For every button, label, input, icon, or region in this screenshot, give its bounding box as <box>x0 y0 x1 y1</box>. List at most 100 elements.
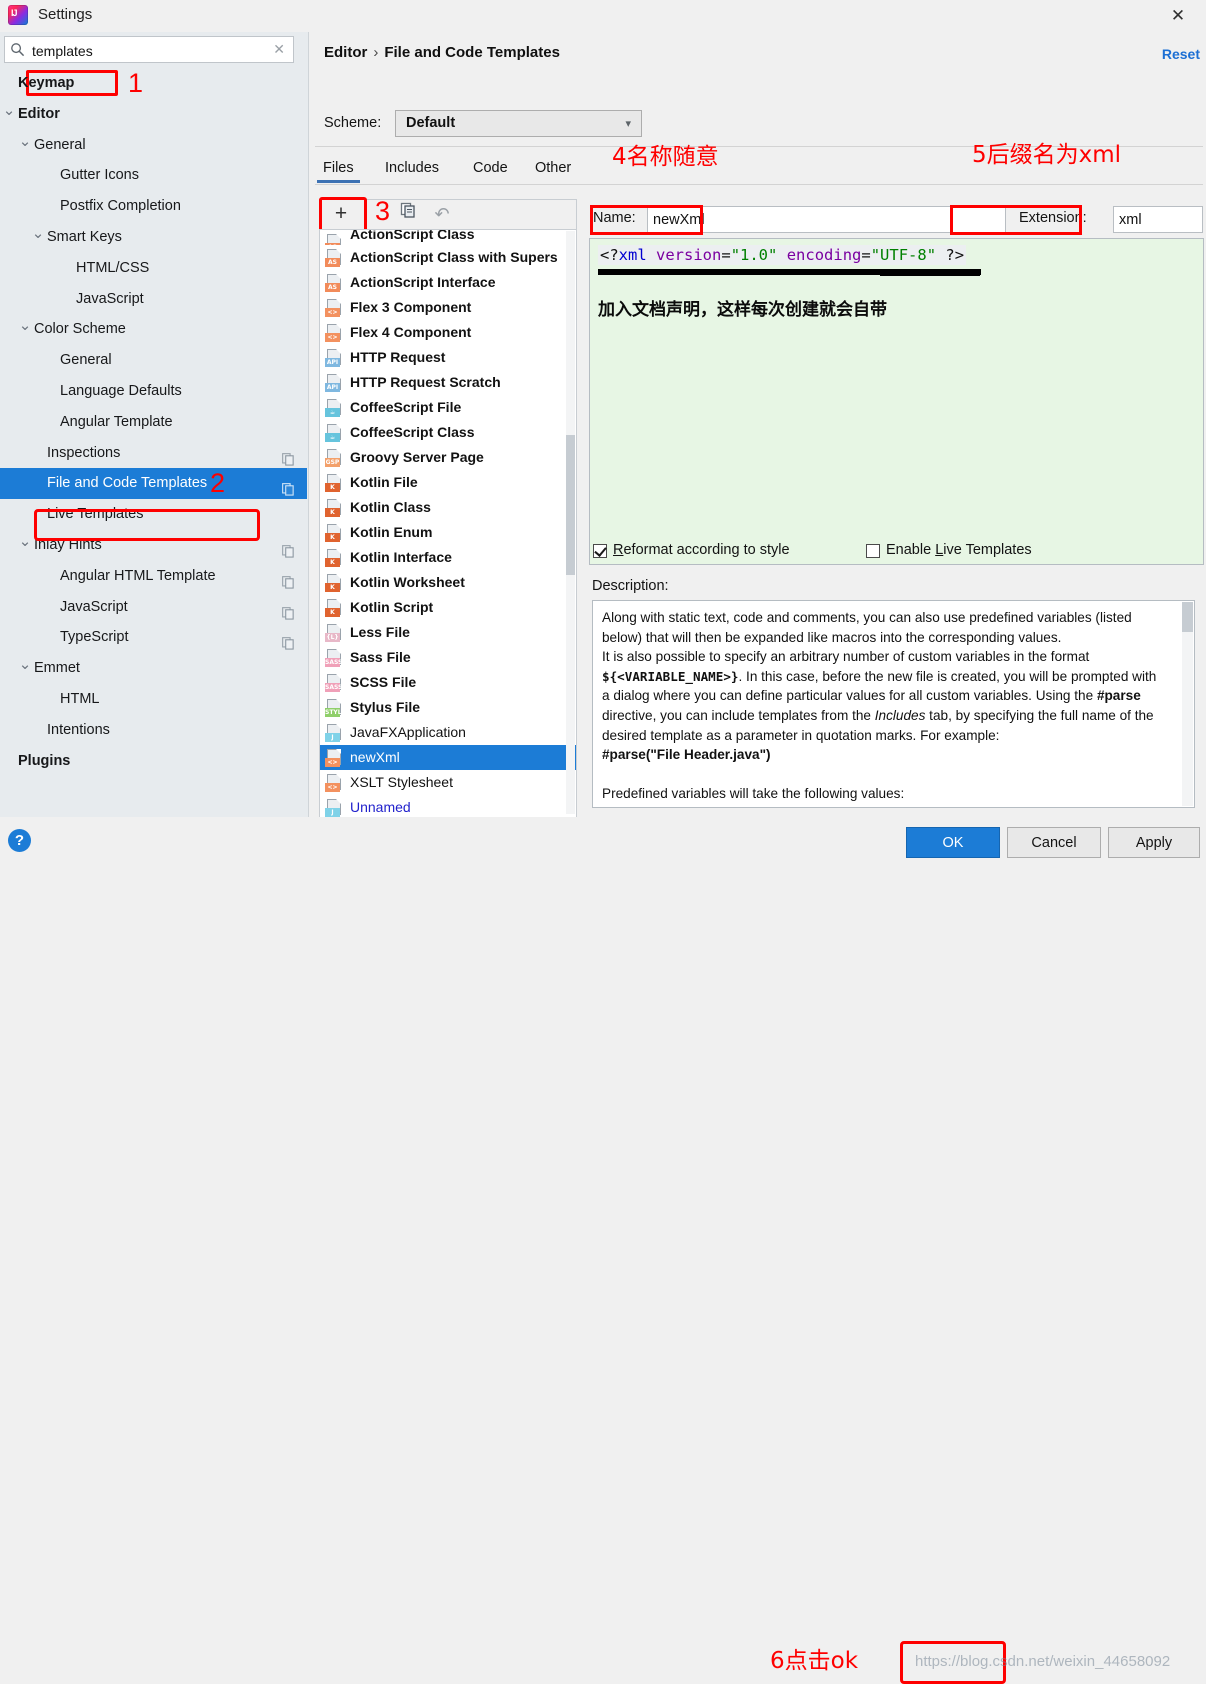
sidebar-item-language-defaults[interactable]: Language Defaults <box>0 376 307 407</box>
code-chinese-note: 加入文档声明，这样每次创建就会自带 <box>598 300 887 320</box>
description-text: Along with static text, code and comment… <box>602 608 1165 807</box>
sidebar-item-inlay-hints[interactable]: ⌄ Inlay Hints <box>0 530 307 561</box>
template-list-item[interactable]: K Kotlin File <box>320 470 576 495</box>
annotation-label-4: 4名称随意 <box>612 144 719 170</box>
description-label: Description: <box>592 578 669 594</box>
scheme-selected-value: Default <box>406 115 456 131</box>
template-list-item[interactable]: GSP Groovy Server Page <box>320 445 576 470</box>
sidebar-item-color-scheme[interactable]: ⌄ Color Scheme <box>0 314 307 345</box>
copy-icon <box>282 601 295 620</box>
tab-includes[interactable]: Includes <box>385 153 439 183</box>
sidebar-item-javascript[interactable]: JavaScript <box>0 284 307 315</box>
template-list-item[interactable]: SASS Sass File <box>320 645 576 670</box>
sidebar-item-plugins[interactable]: Plugins <box>0 746 307 777</box>
sidebar-item-label: Live Templates <box>47 506 144 523</box>
cancel-button[interactable]: Cancel <box>1007 827 1101 858</box>
template-list-item[interactable]: AS ActionScript Class with Supers <box>320 245 576 270</box>
sidebar-item-label: Keymap <box>18 75 75 91</box>
close-icon[interactable]: ✕ <box>1158 2 1198 30</box>
scheme-dropdown[interactable]: Default ▾ <box>395 110 642 137</box>
template-list-item[interactable]: ☕ CoffeeScript File <box>320 395 576 420</box>
scheme-label: Scheme: <box>324 115 382 131</box>
template-list-item[interactable]: <> Flex 4 Component <box>320 320 576 345</box>
sidebar-item-live-templates[interactable]: Live Templates <box>0 499 307 530</box>
apply-button[interactable]: Apply <box>1108 827 1200 858</box>
chevron-down-icon[interactable]: ⌄ <box>18 314 32 338</box>
live-templates-checkbox[interactable] <box>866 544 880 558</box>
template-list-item[interactable]: <> newXml <box>320 745 576 770</box>
template-code-editor[interactable]: <?xml version="1.0" encoding="UTF-8" ?> … <box>589 238 1204 565</box>
chevron-down-icon[interactable]: ⌄ <box>31 222 45 246</box>
template-list-toolbar: + ↶ <box>319 199 577 229</box>
sidebar-item-html[interactable]: HTML <box>0 684 307 715</box>
description-scrollbar-track[interactable] <box>1182 602 1193 806</box>
file-template-icon: <> <box>325 749 342 767</box>
sidebar-item-typescript[interactable]: TypeScript <box>0 622 307 653</box>
sidebar-item-emmet[interactable]: ⌄ Emmet <box>0 653 307 684</box>
sidebar-item-keymap[interactable]: Keymap <box>0 68 307 99</box>
tab-files[interactable]: Files <box>317 153 360 183</box>
sidebar-item-general[interactable]: General <box>0 345 307 376</box>
sidebar-item-smart-keys[interactable]: ⌄ Smart Keys <box>0 222 307 253</box>
copy-icon[interactable] <box>394 200 422 228</box>
template-list-item[interactable]: K Kotlin Class <box>320 495 576 520</box>
template-list-item[interactable]: K Kotlin Script <box>320 595 576 620</box>
template-list-item[interactable]: AS ActionScript Interface <box>320 270 576 295</box>
plus-icon[interactable]: + <box>324 200 358 228</box>
template-list-item[interactable]: AS ActionScript Class <box>320 230 576 245</box>
template-list-item[interactable]: J JavaFXApplication <box>320 720 576 745</box>
chevron-down-icon[interactable]: ⌄ <box>18 130 32 154</box>
template-list-item[interactable]: <> Flex 3 Component <box>320 295 576 320</box>
extension-input[interactable] <box>1113 206 1203 233</box>
sidebar-item-label: Smart Keys <box>47 228 122 245</box>
undo-arrow-icon[interactable]: ↶ <box>428 200 456 228</box>
template-list-item-label: Kotlin Interface <box>350 549 452 565</box>
template-list-item[interactable]: STYL Stylus File <box>320 695 576 720</box>
description-box: Along with static text, code and comment… <box>592 600 1195 808</box>
sidebar-item-file-and-code-templates[interactable]: File and Code Templates <box>0 468 307 500</box>
sidebar-item-label: JavaScript <box>60 598 128 615</box>
sidebar-item-html-css[interactable]: HTML/CSS <box>0 253 307 284</box>
sidebar-item-editor[interactable]: ⌄ Editor <box>0 99 307 130</box>
description-scrollbar-thumb[interactable] <box>1182 602 1193 632</box>
search-box[interactable]: ✕ <box>4 36 294 63</box>
template-list[interactable]: AS ActionScript Class AS ActionScript Class… <box>319 229 577 829</box>
template-list-item[interactable]: K Kotlin Enum <box>320 520 576 545</box>
template-list-item[interactable]: <> XSLT Stylesheet <box>320 770 576 795</box>
template-list-item[interactable]: ☕ CoffeeScript Class <box>320 420 576 445</box>
chevron-down-icon[interactable]: ⌄ <box>2 99 16 123</box>
breadcrumb: Editor › File and Code Templates <box>324 44 560 61</box>
sidebar-item-intentions[interactable]: Intentions <box>0 715 307 746</box>
tab-code[interactable]: Code <box>473 153 508 183</box>
code-token-attr-encoding: encoding <box>786 246 862 264</box>
name-input[interactable] <box>647 206 1006 233</box>
help-icon[interactable]: ? <box>8 829 31 852</box>
tab-other[interactable]: Other <box>535 153 571 183</box>
settings-tree: Keymap ⌄ Editor ⌄ General Gutter Icons Postfix… <box>0 68 307 812</box>
chevron-down-icon[interactable]: ⌄ <box>18 530 32 554</box>
sidebar-item-general[interactable]: ⌄ General <box>0 130 307 161</box>
template-list-item[interactable]: K Kotlin Worksheet <box>320 570 576 595</box>
ok-button[interactable]: OK <box>906 827 1000 858</box>
sidebar-item-javascript[interactable]: JavaScript <box>0 592 307 623</box>
chevron-down-icon[interactable]: ⌄ <box>18 653 32 677</box>
clear-icon[interactable]: ✕ <box>273 41 285 58</box>
sidebar-item-angular-html-template[interactable]: Angular HTML Template <box>0 561 307 592</box>
template-list-item-label: Less File <box>350 624 410 640</box>
template-list-item[interactable]: {L} Less File <box>320 620 576 645</box>
template-list-item[interactable]: API HTTP Request Scratch <box>320 370 576 395</box>
template-list-item[interactable]: K Kotlin Interface <box>320 545 576 570</box>
reformat-checkbox[interactable] <box>593 544 607 558</box>
window-title: Settings <box>38 6 93 23</box>
sidebar-item-inspections[interactable]: Inspections <box>0 438 307 469</box>
reset-link[interactable]: Reset <box>1162 46 1200 62</box>
breadcrumb-root[interactable]: Editor <box>324 44 367 61</box>
sidebar-item-gutter-icons[interactable]: Gutter Icons <box>0 160 307 191</box>
copy-icon <box>282 539 295 558</box>
template-list-item[interactable]: SASS SCSS File <box>320 670 576 695</box>
template-list-item[interactable]: API HTTP Request <box>320 345 576 370</box>
sidebar-item-postfix-completion[interactable]: Postfix Completion <box>0 191 307 222</box>
sidebar-item-angular-template[interactable]: Angular Template <box>0 407 307 438</box>
search-input[interactable] <box>32 40 242 61</box>
list-vertical-scrollbar-thumb[interactable] <box>566 435 575 575</box>
